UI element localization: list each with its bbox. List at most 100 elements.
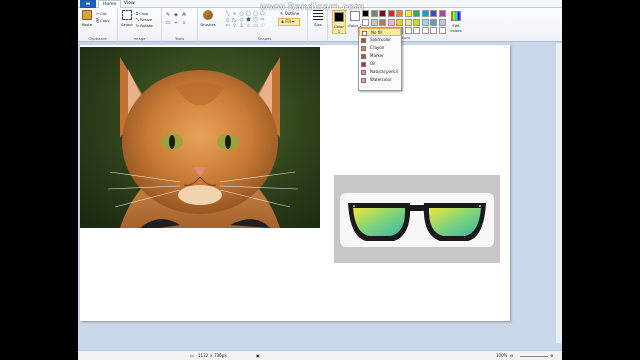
fill-bucket-icon[interactable]: ◈ xyxy=(173,12,179,18)
palette-swatch[interactable] xyxy=(430,27,437,34)
palette-swatch[interactable] xyxy=(404,18,412,26)
fill-menu-item-oil[interactable]: Oil xyxy=(359,60,401,68)
workspace xyxy=(78,43,562,350)
brush-icon xyxy=(203,10,213,20)
edit-colors-button[interactable]: Edit colors xyxy=(448,10,464,34)
size-button[interactable]: Size xyxy=(311,10,325,34)
clipboard-group-label: Clipboard xyxy=(88,36,107,41)
fill-menu-item-watercolor[interactable]: Watercolor xyxy=(359,76,401,84)
text-icon[interactable]: A xyxy=(181,12,187,18)
image-group-label: Image xyxy=(133,36,146,41)
rotate-button[interactable]: ↻ Rotate xyxy=(136,23,153,28)
select-label: Select xyxy=(121,22,133,27)
brushes-button[interactable]: Brushes xyxy=(200,10,216,34)
palette-swatch[interactable] xyxy=(438,18,446,26)
solid-color-icon xyxy=(361,37,366,43)
fill-menu-item-solid-color[interactable]: Solid color xyxy=(359,36,401,44)
arrow-down-shape-icon[interactable]: ⇩ xyxy=(238,23,245,29)
crayon-icon xyxy=(361,45,366,51)
select-button[interactable]: Select xyxy=(120,10,134,34)
callout-shape-icon[interactable]: ▭ xyxy=(252,23,259,29)
palette-swatch[interactable] xyxy=(413,27,420,34)
palette-swatch[interactable] xyxy=(404,27,412,34)
palette-swatch[interactable] xyxy=(396,10,403,17)
palette-swatch[interactable] xyxy=(387,18,395,26)
edit-colors-icon xyxy=(451,11,461,21)
color1-label: Color 1 xyxy=(334,24,344,34)
fill-label: Fill xyxy=(285,19,291,24)
star-shape-icon[interactable]: ☆ xyxy=(245,23,252,29)
eraser-icon[interactable]: ▭ xyxy=(165,20,171,26)
fill-menu-item-label: Watercolor xyxy=(370,77,392,82)
palette-swatch[interactable] xyxy=(413,18,420,26)
shapes-group: ╲ ∿ ○ □ ▢ ⬠ △ ◺ ◇ ⬟ ⬡ ⇨ ⇦ ⇧ ⇩ ☆ ▭ ♡ ✎ Ou… xyxy=(222,8,308,42)
ribbon: Paste ✂ Cut ⎘ Copy Clipboard Select ⌗ Crop … xyxy=(78,8,562,42)
fill-dropdown[interactable]: ◈ Fill ▾ xyxy=(278,18,300,26)
palette-swatch[interactable] xyxy=(438,27,446,34)
shapes-gallery[interactable]: ╲ ∿ ○ □ ▢ ⬠ △ ◺ ◇ ⬟ ⬡ ⇨ ⇦ ⇧ ⇩ ☆ ▭ ♡ xyxy=(224,11,268,29)
paste-button[interactable]: Paste xyxy=(80,10,94,34)
fill-menu-item-no-fill[interactable]: No fill xyxy=(359,28,401,36)
fill-menu-item-natural-pencil[interactable]: Natural pencil xyxy=(359,68,401,76)
palette-swatch[interactable] xyxy=(438,10,446,17)
oil-icon xyxy=(361,61,366,67)
size-label: Size xyxy=(314,22,322,27)
image-group: Select ⌗ Crop ⤡ Resize ↻ Rotate Image xyxy=(118,8,162,42)
arrow-up-shape-icon[interactable]: ⇧ xyxy=(231,23,238,29)
palette-swatch[interactable] xyxy=(430,18,437,26)
copy-label: Copy xyxy=(100,18,110,23)
fill-menu-item-marker[interactable]: Marker xyxy=(359,52,401,60)
palette-swatch[interactable] xyxy=(379,18,386,26)
natural-pencil-icon xyxy=(361,69,366,75)
select-icon xyxy=(122,10,132,20)
brushes-label: Brushes xyxy=(200,22,216,27)
sunglasses-image xyxy=(334,175,500,263)
vertical-scrollbar[interactable] xyxy=(556,43,562,343)
magnifier-icon[interactable]: ⌕ xyxy=(181,20,187,26)
palette-swatch[interactable] xyxy=(421,10,429,17)
palette-swatch[interactable] xyxy=(370,10,378,17)
palette-swatch[interactable] xyxy=(379,10,386,17)
arrow-left-shape-icon[interactable]: ⇦ xyxy=(224,23,231,29)
cut-label: Cut xyxy=(100,11,107,16)
drawing-canvas[interactable] xyxy=(80,45,510,321)
canvas-dimensions: 1132 × 736px xyxy=(198,353,227,358)
color1-button[interactable]: Color 1 xyxy=(332,10,346,34)
cut-button[interactable]: ✂ Cut xyxy=(96,11,107,16)
pencil-icon[interactable]: ✎ xyxy=(165,12,171,18)
zoom-out-button[interactable]: ⊖ xyxy=(510,351,513,360)
fill-menu-item-label: Oil xyxy=(370,61,376,66)
file-menu-button[interactable]: ▬ xyxy=(80,0,96,8)
shapes-group-label: Shapes xyxy=(257,36,272,41)
heart-shape-icon[interactable]: ♡ xyxy=(259,23,266,29)
fill-menu-item-label: No fill xyxy=(371,30,383,35)
tab-view[interactable]: View xyxy=(120,0,139,8)
palette-swatch[interactable] xyxy=(421,27,429,34)
no-fill-icon xyxy=(362,30,367,36)
rotate-icon: ↻ xyxy=(136,23,140,28)
crop-button[interactable]: ⌗ Crop xyxy=(136,11,148,16)
palette-swatch[interactable] xyxy=(362,18,369,26)
tab-home[interactable]: Home xyxy=(98,0,122,8)
zoom-slider[interactable] xyxy=(520,356,548,357)
cut-icon: ✂ xyxy=(96,11,100,16)
palette-swatch[interactable] xyxy=(387,10,395,17)
status-bar: ▭ 1132 × 736px ▣ 100% ⊖ ⊕ xyxy=(78,350,562,360)
color-picker-icon[interactable]: ⌁ xyxy=(173,20,179,26)
size-group: Size xyxy=(308,8,328,42)
palette-swatch[interactable] xyxy=(413,10,420,17)
palette-swatch[interactable] xyxy=(396,18,403,26)
copy-button[interactable]: ⎘ Copy xyxy=(96,18,110,23)
palette-swatch[interactable] xyxy=(430,10,437,17)
palette-swatch[interactable] xyxy=(370,18,378,26)
canvas-size-icon: ▭ xyxy=(190,353,194,358)
resize-button[interactable]: ⤡ Resize xyxy=(136,17,152,22)
palette-swatch[interactable] xyxy=(404,10,412,17)
zoom-level: 100% xyxy=(496,353,508,358)
sunglasses-illustration xyxy=(340,193,494,247)
disk-icon: ▣ xyxy=(256,353,260,358)
fill-menu-item-crayon[interactable]: Crayon xyxy=(359,44,401,52)
palette-swatch[interactable] xyxy=(421,18,429,26)
resize-icon: ⤡ xyxy=(136,17,140,22)
zoom-in-button[interactable]: ⊕ xyxy=(550,351,553,360)
